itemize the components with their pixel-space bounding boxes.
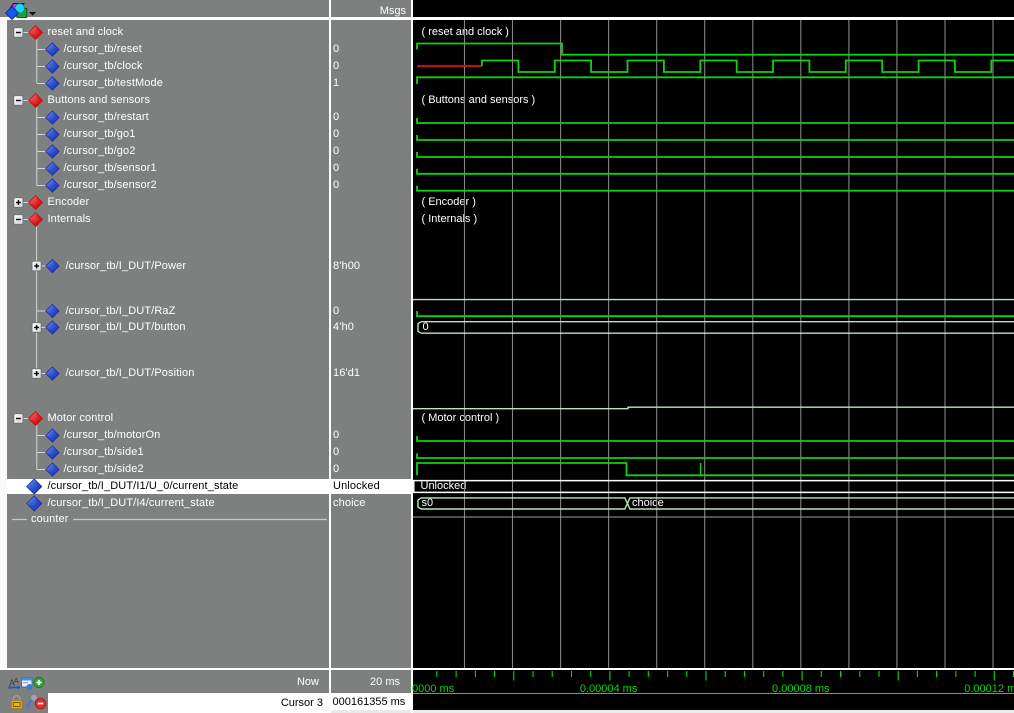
svg-text:A: A <box>14 678 19 685</box>
